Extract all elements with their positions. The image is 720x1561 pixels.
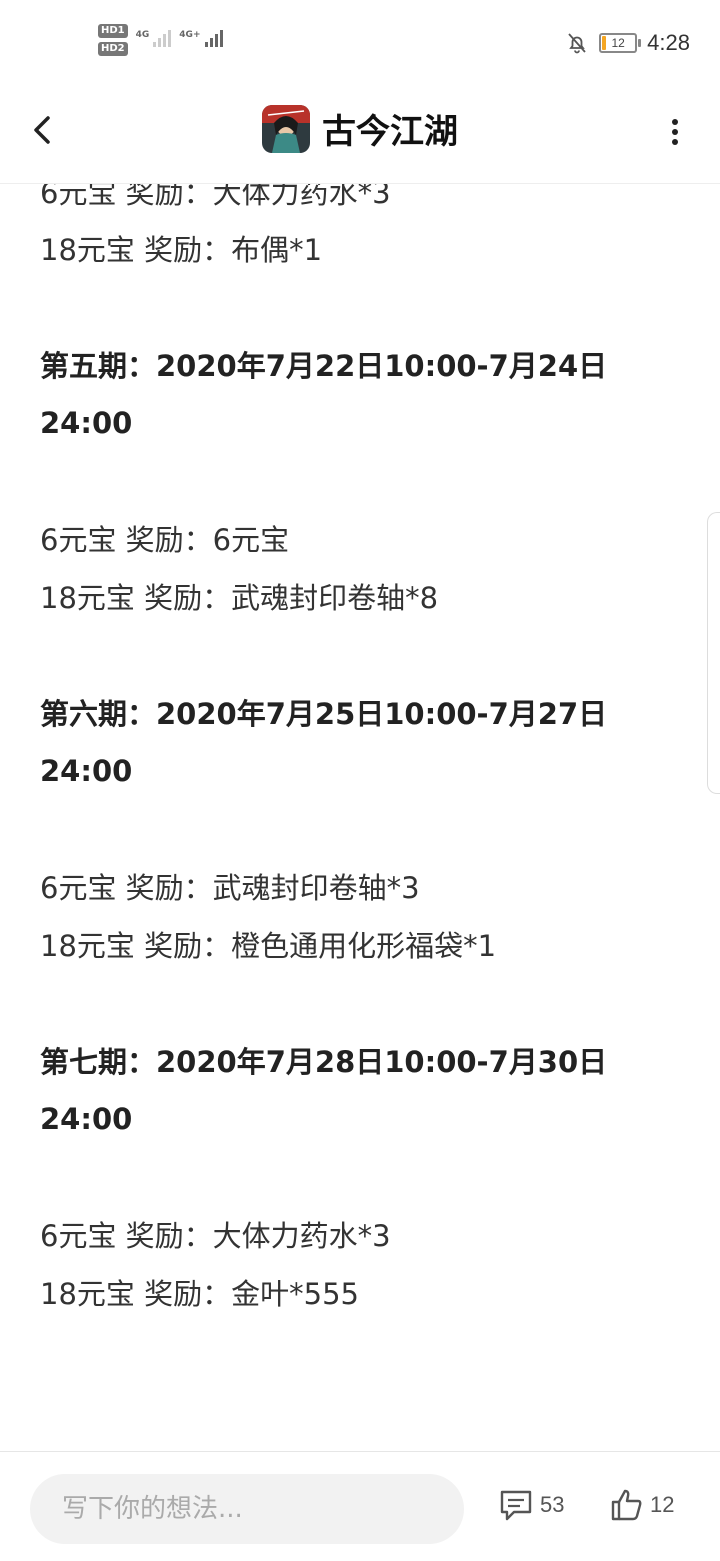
reward-line: 18元宝 奖励：金叶*555 [40, 1277, 359, 1311]
reward-line: 6元宝 奖励：6元宝 [40, 523, 290, 557]
hd1-badge: HD1 [98, 24, 128, 38]
period-heading: 第七期：2020年7月28日10:00-7月30日 [40, 1045, 608, 1079]
title-group: 古今江湖 [0, 104, 720, 153]
battery-icon: 12 [599, 33, 642, 53]
reward-line: 6元宝 奖励：大体力药水*3 [40, 183, 391, 210]
period-heading: 第六期：2020年7月25日10:00-7月27日 [40, 697, 608, 731]
period-heading-end: 24:00 [40, 1102, 133, 1136]
comment-icon [500, 1490, 532, 1521]
battery-level: 12 [611, 36, 625, 50]
reward-line: 6元宝 奖励：大体力药水*3 [40, 1219, 391, 1253]
status-right: 12 4:28 [565, 30, 690, 56]
bottom-bar: 53 12 [0, 1451, 720, 1561]
clock: 4:28 [647, 30, 690, 55]
comment-input[interactable] [30, 1474, 464, 1544]
app-header: 古今江湖 [0, 88, 720, 184]
side-drawer-handle[interactable] [707, 512, 720, 794]
period-heading: 第五期：2020年7月22日10:00-7月24日 [40, 349, 608, 383]
period-heading-end: 24:00 [40, 754, 133, 788]
like-button[interactable]: 12 [610, 1488, 674, 1522]
reward-line: 6元宝 奖励：武魂封印卷轴*3 [40, 871, 420, 905]
status-bar: HD1 HD2 4G 4G+ 12 4:28 [0, 0, 720, 88]
network-label-1: 4G [135, 30, 150, 40]
page-title: 古今江湖 [322, 112, 458, 152]
like-icon [611, 1489, 642, 1521]
like-count: 12 [650, 1492, 675, 1517]
reward-line: 18元宝 奖励：武魂封印卷轴*8 [40, 581, 439, 615]
app-icon [262, 104, 310, 153]
network-label-2: 4G+ [179, 30, 201, 40]
article-content: 6元宝 奖励：大体力药水*3 18元宝 奖励：布偶*1 第五期：2020年7月2… [0, 183, 720, 1451]
hd-indicators: HD1 HD2 [98, 24, 128, 56]
comment-button[interactable]: 53 [498, 1488, 564, 1522]
signal-icon-2: 4G+ [179, 30, 223, 47]
status-left: HD1 HD2 4G 4G+ [98, 24, 223, 56]
comment-count: 53 [540, 1492, 565, 1517]
reward-line: 18元宝 奖励：布偶*1 [40, 233, 323, 267]
bell-off-icon [568, 33, 586, 54]
more-icon[interactable] [670, 116, 680, 148]
period-heading-end: 24:00 [40, 406, 133, 440]
hd2-badge: HD2 [98, 42, 128, 56]
signal-icon: 4G [136, 30, 172, 47]
reward-line: 18元宝 奖励：橙色通用化形福袋*1 [40, 929, 497, 963]
